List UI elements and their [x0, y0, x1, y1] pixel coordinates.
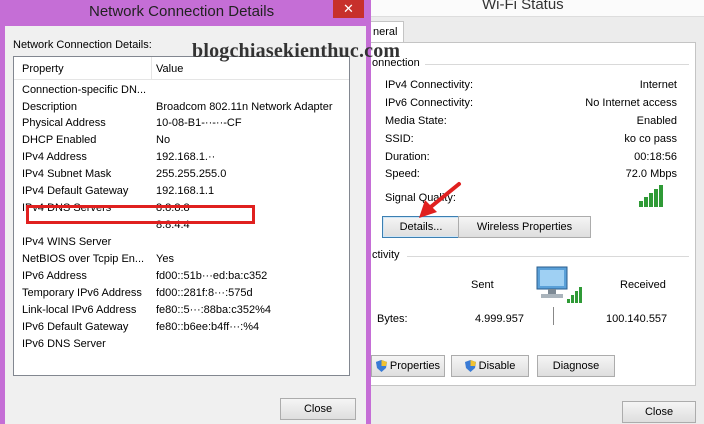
value-cell: Broadcom 802.11n Network Adapter	[156, 101, 333, 113]
list-item[interactable]: Physical Address 10-08-B1-··-··-CF	[22, 117, 347, 133]
value-cell: Yes	[156, 253, 174, 265]
row-value: 72.0 Mbps	[625, 168, 677, 180]
row-label: IPv4 Connectivity:	[385, 79, 474, 91]
list-item[interactable]: IPv6 Default Gateway fe80::b6ee:b4ff···:%…	[22, 321, 347, 337]
properties-button[interactable]: Properties	[371, 355, 445, 377]
details-close-button[interactable]: Close	[280, 398, 356, 420]
wifi-window-title: Wi-Fi Status	[482, 0, 564, 13]
activity-group-divider	[407, 256, 689, 257]
details-titlebar: Network Connection Details	[0, 0, 371, 24]
list-item[interactable]: IPv4 WINS Server	[22, 236, 347, 252]
column-header-property[interactable]: Property	[22, 63, 64, 75]
activity-divider	[553, 307, 554, 325]
list-item[interactable]: IPv4 Address 192.168.1.··	[22, 151, 347, 167]
close-icon[interactable]: ✕	[333, 0, 364, 18]
ssid-row: SSID: ko co pass	[385, 133, 677, 147]
list-item[interactable]: DHCP Enabled No	[22, 134, 347, 150]
diagnose-button[interactable]: Diagnose	[537, 355, 615, 377]
media-state-row: Media State: Enabled	[385, 115, 677, 129]
value-cell: fd00::281f:8···:575d	[156, 287, 253, 299]
row-label: Duration:	[385, 151, 430, 163]
connection-group-divider	[425, 64, 689, 65]
details-list[interactable]: Property Value Connection-specific DN...…	[13, 56, 350, 376]
properties-label: Properties	[389, 360, 441, 372]
list-item[interactable]: NetBIOS over Tcpip En... Yes	[22, 253, 347, 269]
details-list-label: Network Connection Details:	[13, 39, 152, 51]
network-connection-details-dialog: Network Connection Details ✕ Network Con…	[0, 0, 371, 424]
wifi-close-button[interactable]: Close	[622, 401, 696, 423]
list-item[interactable]: IPv6 DNS Server	[22, 338, 347, 354]
property-cell: IPv4 Address	[22, 151, 87, 163]
property-cell: IPv4 WINS Server	[22, 236, 112, 248]
property-cell: Link-local IPv6 Address	[22, 304, 137, 316]
sent-label: Sent	[471, 279, 494, 291]
wifi-status-window: Wi-Fi Status neral onnection IPv4 Connec…	[360, 0, 704, 424]
value-cell: 192.168.1.1	[156, 185, 215, 197]
list-item[interactable]: Link-local IPv6 Address fe80::5···:88ba:c…	[22, 304, 347, 320]
wifi-titlebar: Wi-Fi Status	[360, 0, 704, 17]
row-label: IPv6 Connectivity:	[385, 97, 474, 109]
wireless-properties-button[interactable]: Wireless Properties	[458, 216, 591, 238]
ipv6-connectivity-row: IPv6 Connectivity: No Internet access	[385, 97, 677, 111]
property-cell: DHCP Enabled	[22, 134, 97, 146]
value-cell: 10-08-B1-··-··-CF	[156, 117, 242, 129]
property-cell: IPv6 Address	[22, 270, 87, 282]
list-item[interactable]: Temporary IPv6 Address fd00::281f:8···:57…	[22, 287, 347, 303]
row-value: No Internet access	[585, 97, 677, 109]
row-value: Enabled	[636, 115, 677, 127]
list-item[interactable]: Connection-specific DN...	[22, 84, 347, 100]
row-value: ko co pass	[624, 133, 677, 145]
row-label: SSID:	[385, 133, 414, 145]
details-window-title: Network Connection Details	[89, 3, 275, 20]
red-arrow-annotation	[419, 182, 461, 218]
list-item[interactable]: IPv6 Address fd00::51b···ed:ba:c352	[22, 270, 347, 286]
property-cell: Connection-specific DN...	[22, 84, 147, 96]
bytes-label: Bytes:	[377, 313, 408, 325]
property-cell: IPv6 Default Gateway	[22, 321, 129, 333]
list-item[interactable]: IPv4 Default Gateway 192.168.1.1	[22, 185, 347, 201]
details-client-area: Network Connection Details: Property Val…	[5, 26, 366, 424]
column-header-value[interactable]: Value	[156, 63, 183, 75]
property-cell: IPv4 Subnet Mask	[22, 168, 112, 180]
bytes-received-value: 100.140.557	[606, 313, 668, 325]
property-cell: IPv4 Default Gateway	[22, 185, 129, 197]
network-computer-icon	[533, 265, 583, 314]
property-cell: Description	[22, 101, 78, 113]
row-label: Speed:	[385, 168, 420, 180]
shield-icon	[464, 360, 476, 372]
row-value: 00:18:56	[634, 151, 677, 163]
list-item[interactable]: IPv4 Subnet Mask 255.255.255.0	[22, 168, 347, 184]
received-label: Received	[620, 279, 666, 291]
disable-label: Disable	[478, 360, 516, 372]
shield-icon	[375, 360, 387, 372]
property-cell: Temporary IPv6 Address	[22, 287, 142, 299]
property-cell: IPv6 DNS Server	[22, 338, 106, 350]
column-divider[interactable]	[151, 57, 152, 79]
list-item[interactable]: Description Broadcom 802.11n Network Adap…	[22, 101, 347, 117]
ipv4-connectivity-row: IPv4 Connectivity: Internet	[385, 79, 677, 93]
bytes-sent-value: 4.999.957	[475, 313, 524, 325]
row-label: Media State:	[385, 115, 447, 127]
property-cell: NetBIOS over Tcpip En...	[22, 253, 145, 265]
activity-group-title: ctivity	[372, 249, 400, 261]
row-value: Internet	[639, 79, 677, 91]
disable-button[interactable]: Disable	[451, 355, 529, 377]
ipv4-address-highlight	[26, 205, 255, 224]
value-cell: fe80::b6ee:b4ff···:%4	[156, 321, 260, 333]
value-cell: No	[156, 134, 171, 146]
value-cell: fd00::51b···ed:ba:c352	[156, 270, 268, 282]
property-cell: Physical Address	[22, 117, 106, 129]
value-cell: 255.255.255.0	[156, 168, 227, 180]
duration-row: Duration: 00:18:56	[385, 151, 677, 165]
value-cell: fe80::5···:88ba:c352%4	[156, 304, 271, 316]
signal-bars-icon	[639, 185, 663, 207]
watermark-text: blogchiasekienthuc.com	[192, 40, 401, 62]
value-cell: 192.168.1.··	[156, 151, 216, 163]
